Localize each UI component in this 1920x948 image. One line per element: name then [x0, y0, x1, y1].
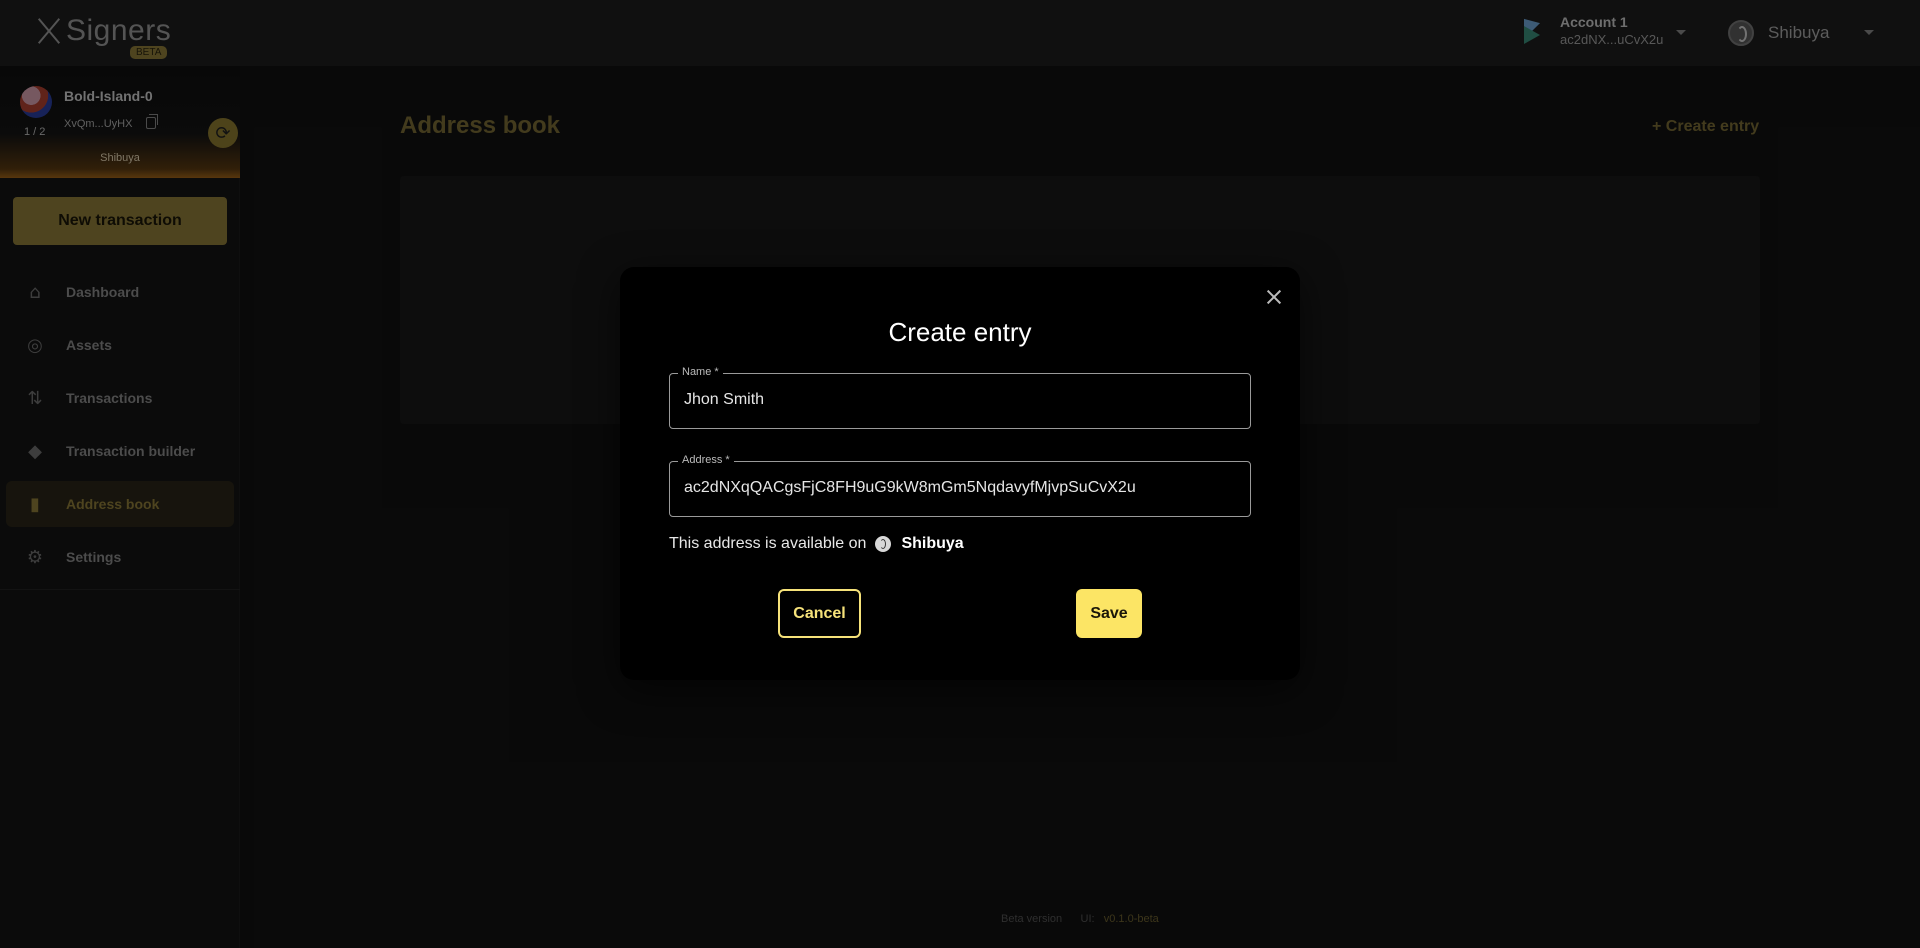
name-input[interactable]: Jhon Smith [684, 391, 764, 409]
address-field-label: Address * [678, 454, 734, 466]
shibuya-icon [875, 536, 892, 552]
availability-network: Shibuya [901, 535, 964, 552]
create-entry-dialog: Create entry Name * Jhon Smith Address *… [620, 267, 1300, 680]
availability-text: This address is available on [669, 535, 867, 552]
name-field-label: Name * [678, 366, 723, 378]
save-button[interactable]: Save [1076, 589, 1142, 638]
name-field[interactable]: Name * Jhon Smith [669, 366, 1251, 429]
address-field[interactable]: Address * ac2dNXqQACgsFjC8FH9uG9kW8mGm5N… [669, 454, 1251, 517]
close-icon[interactable] [1262, 285, 1286, 309]
address-input[interactable]: ac2dNXqQACgsFjC8FH9uG9kW8mGm5NqdavyfMjvp… [684, 479, 1136, 497]
dialog-title: Create entry [888, 317, 1032, 347]
availability-note: This address is available on Shibuya [669, 535, 964, 553]
cancel-button[interactable]: Cancel [778, 589, 861, 638]
